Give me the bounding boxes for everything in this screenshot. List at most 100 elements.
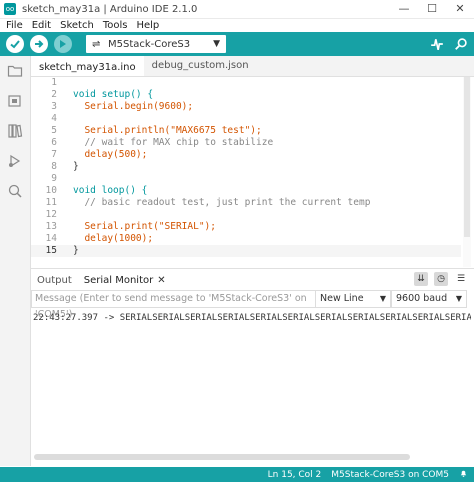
menu-help[interactable]: Help	[136, 20, 159, 31]
line-number: 9	[51, 173, 57, 184]
sidebar	[0, 56, 31, 466]
clock-icon: ◷	[437, 274, 445, 284]
code-line: 12	[31, 209, 461, 221]
arrow-right-icon	[35, 40, 44, 48]
maximize-button[interactable]: ☐	[418, 0, 446, 18]
panel-divider[interactable]	[31, 268, 474, 269]
code-line: 2 void setup() {	[31, 89, 461, 101]
code-text: delay(500);	[73, 149, 148, 160]
debug-panel-button[interactable]	[0, 146, 30, 176]
arduino-logo-icon: oo	[4, 3, 16, 15]
serial-output: 22:43:27.397 -> SERIALSERIALSERIALSERIAL…	[31, 310, 471, 450]
double-chevron-down-icon: ⇊	[417, 274, 425, 284]
line-number: 1	[51, 77, 57, 88]
line-number: 6	[51, 137, 57, 148]
line-number: 11	[45, 197, 57, 208]
menu-edit[interactable]: Edit	[32, 20, 51, 31]
chevron-down-icon: ▼	[379, 294, 386, 303]
code-editor[interactable]: 1 2 void setup() { 3 Serial.begin(9600); …	[31, 77, 461, 267]
usb-icon: ⇌	[92, 38, 101, 50]
debug-icon	[60, 40, 66, 48]
verify-button[interactable]	[6, 35, 24, 53]
cursor-position: Ln 15, Col 2	[267, 469, 322, 480]
code-line: 13 Serial.print("SERIAL");	[31, 221, 461, 233]
menu-file[interactable]: File	[6, 20, 23, 31]
clear-output-button[interactable]: ☰	[454, 272, 468, 286]
chevron-down-icon: ▼	[213, 39, 220, 49]
timestamp-button[interactable]: ◷	[434, 272, 448, 286]
code-text: Serial.begin(9600);	[73, 101, 194, 112]
sketchbook-button[interactable]	[0, 56, 30, 86]
line-number: 3	[51, 101, 57, 112]
tab-sketch[interactable]: sketch_may31a.ino	[31, 56, 144, 76]
editor-scrollbar[interactable]	[463, 77, 471, 267]
close-button[interactable]: ✕	[446, 0, 474, 18]
search-icon	[8, 184, 22, 198]
code-text: Serial.print("SERIAL");	[73, 221, 216, 232]
code-line: 1	[31, 77, 461, 89]
menu-lines-icon: ☰	[456, 274, 466, 284]
tab-debug-custom[interactable]: debug_custom.json	[144, 56, 257, 76]
upload-button[interactable]	[30, 35, 48, 53]
code-line: 6 // wait for MAX chip to stabilize	[31, 137, 461, 149]
menu-bar: File Edit Sketch Tools Help	[0, 18, 474, 32]
line-number: 13	[45, 221, 57, 232]
menu-tools[interactable]: Tools	[103, 20, 128, 31]
line-number: 2	[51, 89, 57, 100]
message-input[interactable]: Message (Enter to send message to 'M5Sta…	[31, 290, 319, 320]
close-icon[interactable]: ✕	[157, 275, 165, 286]
line-ending-select[interactable]: New Line ▼	[315, 290, 391, 308]
window-controls: — ☐ ✕	[390, 0, 474, 18]
tab-serial-monitor[interactable]: Serial Monitor ✕	[84, 275, 166, 286]
code-text: delay(1000);	[73, 233, 154, 244]
code-text: }	[73, 245, 79, 256]
code-line: 4	[31, 113, 461, 125]
line-ending-value: New Line	[320, 293, 364, 304]
code-line: 7 delay(500);	[31, 149, 461, 161]
code-line: 8}	[31, 161, 461, 173]
library-icon	[8, 124, 23, 138]
serial-monitor-button[interactable]	[452, 35, 470, 53]
code-line: 10 void loop() {	[31, 185, 461, 197]
line-number: 15	[45, 245, 57, 256]
code-line: 9	[31, 173, 461, 185]
line-number: 12	[45, 209, 57, 220]
board-manager-button[interactable]	[0, 86, 30, 116]
library-manager-button[interactable]	[0, 116, 30, 146]
scrollbar-thumb[interactable]	[464, 77, 470, 237]
notification-bell-icon[interactable]	[459, 469, 468, 481]
code-text: void setup() {	[73, 89, 154, 100]
baud-rate-value: 9600 baud	[396, 293, 448, 304]
code-text: Serial.println("MAX6675 test");	[73, 125, 262, 136]
line-number: 8	[51, 161, 57, 172]
horizontal-scrollbar[interactable]	[34, 454, 410, 460]
title-bar: oo sketch_may31a | Arduino IDE 2.1.0 — ☐…	[0, 0, 474, 19]
autoscroll-button[interactable]: ⇊	[414, 272, 428, 286]
magnifier-icon	[455, 38, 467, 50]
code-text: // wait for MAX chip to stabilize	[73, 137, 274, 148]
panel-tools: ⇊ ◷ ☰	[408, 272, 468, 286]
debug-button[interactable]	[54, 35, 72, 53]
code-line-current: 15}	[31, 245, 461, 257]
serial-plotter-button[interactable]	[428, 35, 446, 53]
line-number: 7	[51, 149, 57, 160]
search-button[interactable]	[0, 176, 30, 206]
board-port-status[interactable]: M5Stack-CoreS3 on COM5	[331, 470, 449, 480]
toolbar: ⇌ M5Stack-CoreS3 ▼	[0, 32, 474, 56]
tab-output[interactable]: Output	[37, 275, 72, 286]
line-number: 5	[51, 125, 57, 136]
line-number: 10	[45, 185, 57, 196]
folder-icon	[7, 65, 23, 77]
editor-tabs: sketch_may31a.ino debug_custom.json	[31, 56, 474, 77]
board-manager-icon	[8, 95, 21, 107]
check-icon	[10, 40, 20, 49]
baud-rate-select[interactable]: 9600 baud ▼	[391, 290, 467, 308]
line-number: 4	[51, 113, 57, 124]
window-title: sketch_may31a | Arduino IDE 2.1.0	[22, 3, 198, 15]
menu-sketch[interactable]: Sketch	[60, 20, 94, 31]
minimize-button[interactable]: —	[390, 0, 418, 18]
code-text: void loop() {	[73, 185, 148, 196]
board-selector[interactable]: ⇌ M5Stack-CoreS3 ▼	[86, 35, 226, 53]
serial-input-row: Message (Enter to send message to 'M5Sta…	[31, 290, 474, 320]
code-line: 14 delay(1000);	[31, 233, 461, 245]
